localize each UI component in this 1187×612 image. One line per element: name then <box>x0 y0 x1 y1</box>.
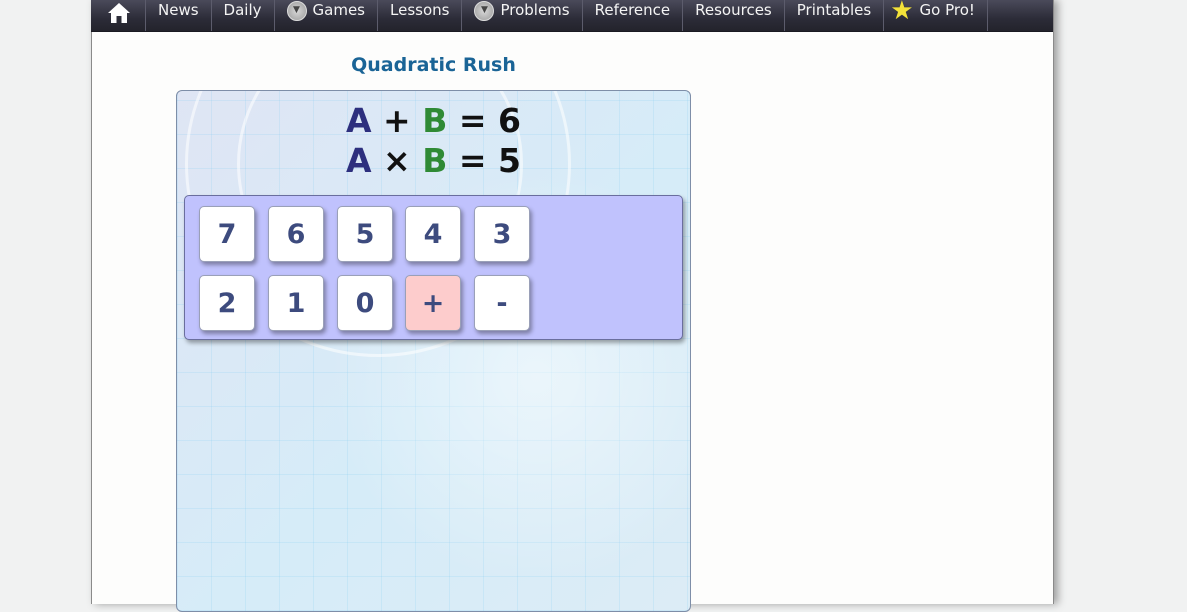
key-7[interactable]: 7 <box>199 206 255 262</box>
dropdown-arrow-icon: ▼ <box>286 0 307 21</box>
game-panel: A + B = 6 A × B = 5 7 6 5 4 3 2 1 0 + - <box>176 90 691 612</box>
main-navbar: News Daily ▼ Games Lessons ▼ Problems Re… <box>91 0 1053 32</box>
key-2[interactable]: 2 <box>199 275 255 331</box>
equals-sign: = <box>458 141 487 180</box>
product-result: 5 <box>498 141 521 180</box>
nav-news-label: News <box>158 1 199 19</box>
nav-home[interactable] <box>91 0 146 31</box>
nav-printables[interactable]: Printables <box>785 0 885 31</box>
key-3[interactable]: 3 <box>474 206 530 262</box>
nav-daily[interactable]: Daily <box>212 0 275 31</box>
variable-b: B <box>422 101 448 140</box>
nav-lessons[interactable]: Lessons <box>378 0 463 31</box>
equals-sign: = <box>458 101 487 140</box>
star-icon: ★ <box>890 0 914 26</box>
nav-printables-label: Printables <box>796 1 872 19</box>
equations: A + B = 6 A × B = 5 <box>177 101 690 181</box>
key-6[interactable]: 6 <box>268 206 324 262</box>
key-minus[interactable]: - <box>474 275 530 331</box>
game-title: Quadratic Rush <box>351 54 516 76</box>
key-5[interactable]: 5 <box>337 206 393 262</box>
keypad-panel: 7 6 5 4 3 2 1 0 + - <box>184 195 683 340</box>
operator-times: × <box>383 141 411 180</box>
equation-sum: A + B = 6 <box>177 101 690 141</box>
nav-go-pro-label: Go Pro! <box>919 1 975 19</box>
key-1[interactable]: 1 <box>268 275 324 331</box>
nav-games-label: Games <box>312 1 365 19</box>
nav-resources[interactable]: Resources <box>683 0 785 31</box>
operator-plus: + <box>383 101 411 140</box>
nav-problems-label: Problems <box>500 1 570 19</box>
nav-news[interactable]: News <box>146 0 212 31</box>
sum-result: 6 <box>498 101 521 140</box>
variable-a: A <box>346 101 372 140</box>
variable-b: B <box>422 141 448 180</box>
nav-lessons-label: Lessons <box>390 1 450 19</box>
nav-daily-label: Daily <box>223 1 262 19</box>
key-0[interactable]: 0 <box>337 275 393 331</box>
key-4[interactable]: 4 <box>405 206 461 262</box>
variable-a: A <box>346 141 372 180</box>
dropdown-arrow-icon: ▼ <box>474 0 495 21</box>
key-plus[interactable]: + <box>405 275 461 331</box>
nav-problems[interactable]: ▼ Problems <box>462 0 583 31</box>
nav-resources-label: Resources <box>695 1 772 19</box>
nav-reference-label: Reference <box>594 1 671 19</box>
nav-games[interactable]: ▼ Games <box>275 0 378 31</box>
equation-product: A × B = 5 <box>177 141 690 181</box>
nav-go-pro[interactable]: ★ Go Pro! <box>884 0 988 31</box>
home-icon <box>108 2 130 23</box>
nav-reference[interactable]: Reference <box>583 0 684 31</box>
